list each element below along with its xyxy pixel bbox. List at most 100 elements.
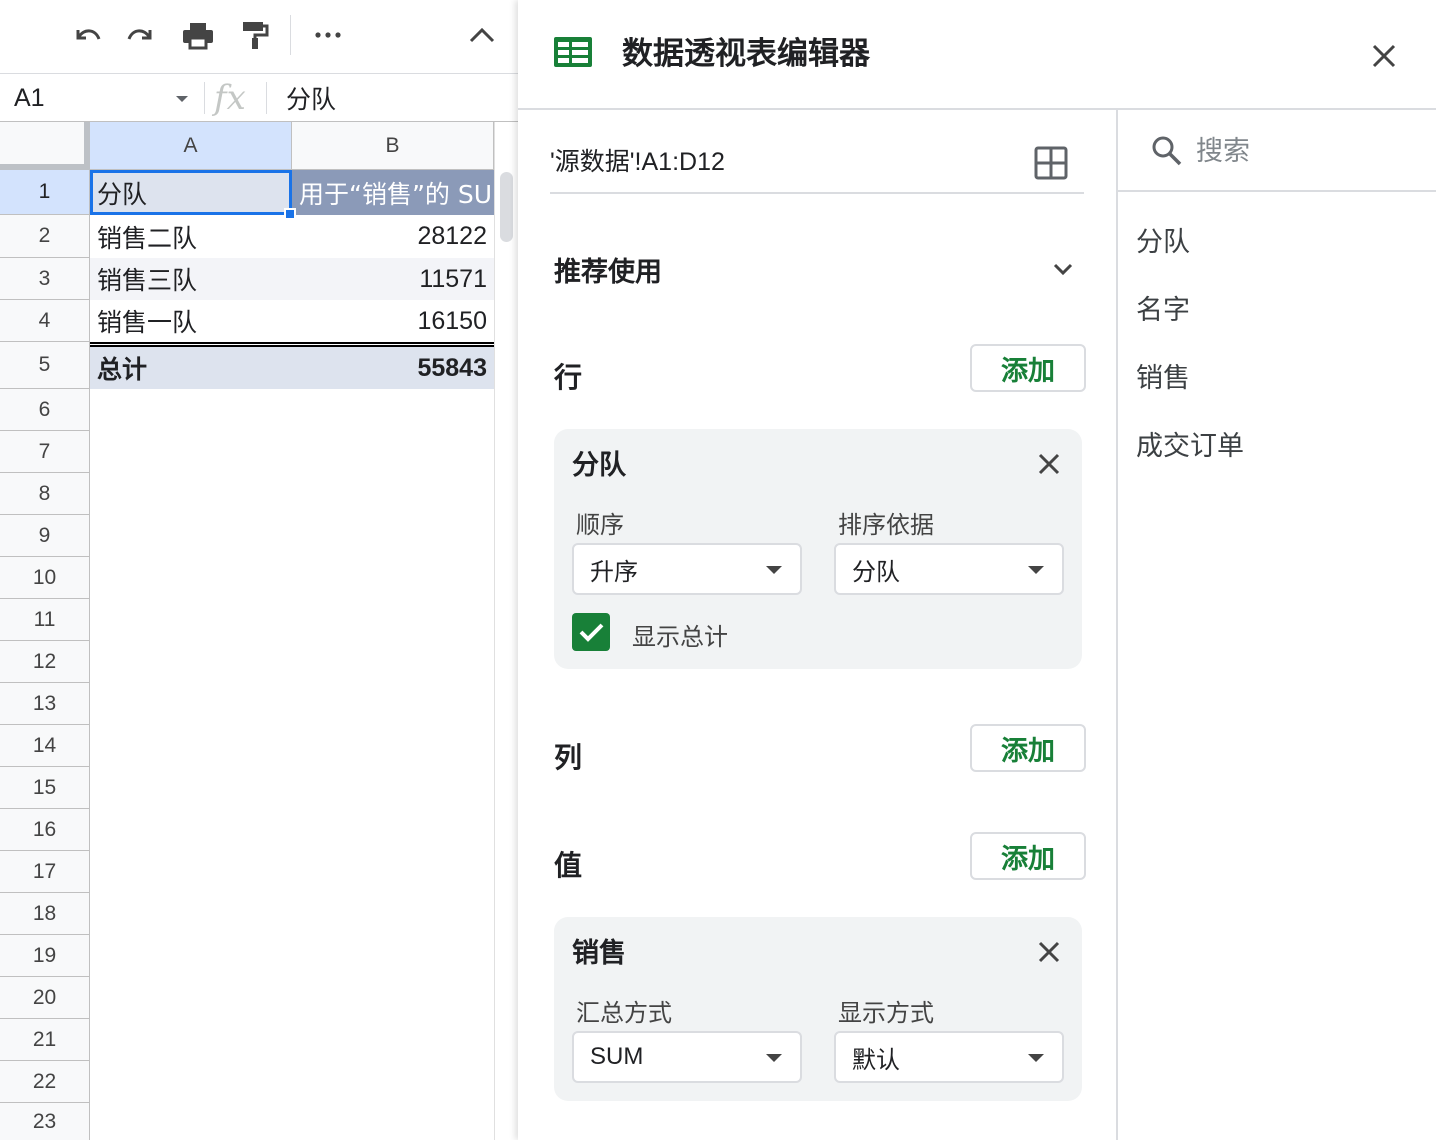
- cell-b1[interactable]: 用于“销售”的 SUM: [292, 170, 494, 215]
- row-header[interactable]: 23: [0, 1103, 90, 1140]
- show-totals-checkbox[interactable]: [572, 613, 610, 651]
- cell-b2[interactable]: 28122: [292, 215, 494, 258]
- show-totals-label: 显示总计: [632, 623, 728, 651]
- sort-by-dropdown[interactable]: 分队: [834, 543, 1064, 595]
- paint-format-button[interactable]: [236, 17, 272, 53]
- cell-a2[interactable]: 销售二队: [90, 215, 292, 258]
- fill-handle[interactable]: [284, 208, 296, 220]
- row-header[interactable]: 18: [0, 893, 90, 935]
- close-icon[interactable]: [1032, 935, 1066, 969]
- summarize-value: SUM: [590, 1043, 644, 1070]
- row-header[interactable]: 9: [0, 515, 90, 557]
- order-value: 升序: [590, 557, 638, 586]
- editor-header: 数据透视表编辑器: [518, 0, 1436, 110]
- rows-section-label: 行: [554, 361, 583, 394]
- formula-input[interactable]: 分队: [286, 74, 336, 122]
- row-header[interactable]: 21: [0, 1019, 90, 1061]
- row-header[interactable]: 5: [0, 342, 90, 389]
- row-header[interactable]: 4: [0, 300, 90, 342]
- collapse-toolbar-button[interactable]: [464, 17, 500, 53]
- pivot-settings: '源数据'!A1:D12 推荐使用 行 添加 分队 顺序 排序依据 升序 分队 …: [518, 110, 1116, 1140]
- redo-icon: [127, 29, 152, 40]
- row-header[interactable]: 16: [0, 809, 90, 851]
- close-icon[interactable]: [1364, 36, 1404, 76]
- editor-title: 数据透视表编辑器: [622, 36, 870, 72]
- row-header[interactable]: 11: [0, 599, 90, 641]
- source-range-field[interactable]: '源数据'!A1:D12: [550, 130, 1084, 194]
- dropdown-arrow-icon: [766, 566, 782, 574]
- more-button[interactable]: [310, 17, 346, 53]
- paint-format-icon: [243, 22, 269, 49]
- toolbar-separator: [290, 15, 291, 55]
- toolbar: [0, 0, 518, 74]
- cell-a3[interactable]: 销售三队: [90, 258, 292, 300]
- select-all-corner[interactable]: [0, 122, 90, 170]
- field-item[interactable]: 成交订单: [1136, 424, 1244, 463]
- column-header-a[interactable]: A: [90, 122, 292, 170]
- cell-a5[interactable]: 总计: [90, 347, 292, 389]
- summarize-dropdown[interactable]: SUM: [572, 1031, 802, 1083]
- values-section-label: 值: [554, 849, 583, 882]
- undo-icon: [76, 29, 101, 40]
- scrollbar-thumb[interactable]: [500, 172, 513, 242]
- row-header[interactable]: 13: [0, 683, 90, 725]
- field-item[interactable]: 销售: [1136, 356, 1190, 395]
- vertical-scrollbar[interactable]: [494, 122, 518, 1140]
- search-icon: [1152, 136, 1182, 166]
- undo-button[interactable]: [68, 17, 104, 53]
- grid-icon[interactable]: [1034, 146, 1068, 180]
- order-label: 顺序: [576, 511, 624, 539]
- column-header-b[interactable]: B: [292, 122, 494, 170]
- dropdown-arrow-icon: [1028, 566, 1044, 574]
- name-box[interactable]: A1: [0, 74, 200, 122]
- chevron-down-icon[interactable]: [1048, 254, 1078, 284]
- row-header[interactable]: 19: [0, 935, 90, 977]
- row-header[interactable]: 14: [0, 725, 90, 767]
- search-input[interactable]: [1196, 128, 1416, 174]
- row-header[interactable]: 8: [0, 473, 90, 515]
- row-header[interactable]: 2: [0, 215, 90, 258]
- field-item[interactable]: 名字: [1136, 288, 1190, 327]
- cell-a4[interactable]: 销售一队: [90, 300, 292, 342]
- spreadsheet-area: A1 fx 分队 A B 1 2 3 4 5 6 7 8 9 10 11 12 …: [0, 0, 518, 1140]
- print-icon: [183, 23, 213, 50]
- formula-separator: [266, 82, 267, 114]
- formula-separator: [204, 82, 205, 114]
- row-header[interactable]: 20: [0, 977, 90, 1019]
- row-header[interactable]: 3: [0, 258, 90, 300]
- row-field-title: 分队: [572, 450, 626, 481]
- name-box-dropdown-icon[interactable]: [176, 96, 188, 102]
- row-header[interactable]: 22: [0, 1061, 90, 1103]
- row-header[interactable]: 10: [0, 557, 90, 599]
- row-header[interactable]: 6: [0, 389, 90, 431]
- row-header[interactable]: 7: [0, 431, 90, 473]
- cell-b5[interactable]: 55843: [292, 347, 494, 389]
- total-row-border: [90, 342, 494, 347]
- suggested-section-label[interactable]: 推荐使用: [554, 250, 662, 289]
- value-field-card: 销售 汇总方式 显示方式 SUM 默认: [554, 917, 1082, 1101]
- cell-b4[interactable]: 16150: [292, 300, 494, 342]
- close-icon[interactable]: [1032, 447, 1066, 481]
- row-header[interactable]: 1: [0, 170, 90, 215]
- cell-b3[interactable]: 11571: [292, 258, 494, 300]
- pivot-table-editor: 数据透视表编辑器 '源数据'!A1:D12 推荐使用 行 添加 分队 顺序 排序…: [518, 0, 1436, 1140]
- show-as-dropdown[interactable]: 默认: [834, 1031, 1064, 1083]
- add-value-button[interactable]: 添加: [970, 832, 1086, 880]
- print-button[interactable]: [180, 17, 216, 53]
- field-item[interactable]: 分队: [1136, 220, 1190, 259]
- sheets-logo-icon: [554, 37, 592, 67]
- redo-button[interactable]: [124, 17, 160, 53]
- sort-by-value: 分队: [852, 557, 900, 586]
- row-header[interactable]: 17: [0, 851, 90, 893]
- more-icon: [315, 32, 341, 38]
- field-list: 分队 名字 销售 成交订单: [1116, 110, 1436, 1140]
- dropdown-arrow-icon: [1028, 1054, 1044, 1062]
- row-header[interactable]: 12: [0, 641, 90, 683]
- check-icon: [579, 623, 604, 642]
- order-dropdown[interactable]: 升序: [572, 543, 802, 595]
- row-header[interactable]: 15: [0, 767, 90, 809]
- add-column-button[interactable]: 添加: [970, 724, 1086, 772]
- add-row-button[interactable]: 添加: [970, 344, 1086, 392]
- cell-grid: A B 1 2 3 4 5 6 7 8 9 10 11 12 13 14 15 …: [0, 122, 518, 1140]
- sort-by-label: 排序依据: [838, 511, 934, 539]
